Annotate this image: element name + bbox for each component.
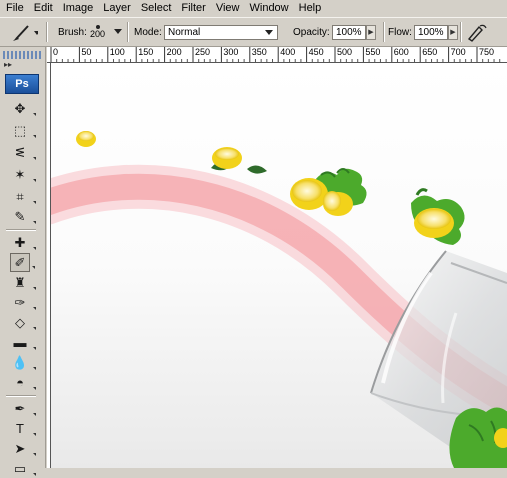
eraser-tool-icon[interactable]: ◇ [10,313,36,332]
menu-image[interactable]: Image [57,0,98,17]
ruler-tick-label: 700 [450,47,466,57]
flyout-indicator-icon [33,413,36,416]
flyout-indicator-icon [33,327,36,330]
ruler-tick-label: 750 [479,47,495,57]
pen-tool-icon[interactable]: ✒ [10,399,36,418]
mode-select[interactable]: Normal [164,18,278,46]
chevron-down-icon [265,29,273,35]
ruler-tick-label: 300 [223,47,239,57]
airbrush-icon [467,24,487,42]
flyout-indicator-icon [33,201,36,204]
flow-slider-button[interactable]: ▶ [448,24,458,40]
airbrush-toggle[interactable] [466,18,488,46]
menu-file[interactable]: File [0,0,28,17]
flyout-indicator-icon [33,433,36,436]
ruler-tick-label: 350 [251,47,267,57]
menu-view[interactable]: View [210,0,244,17]
ruler-tick-label: 400 [280,47,296,57]
ruler-tick-label: 450 [308,47,324,57]
ruler-horizontal[interactable]: 0 50 100 150 200 250 300 350 400 450 500 550 600 650 7… [47,47,507,63]
toolbox-grip[interactable] [3,51,41,59]
brush-size-picker[interactable]: 200 [90,18,105,46]
mode-value: Normal [168,26,201,38]
ruler-tick-label: 250 [195,47,211,57]
flyout-indicator-icon [32,266,35,269]
ruler-tick-label: 500 [337,47,353,57]
ruler-tick-label: 550 [365,47,381,57]
menu-help[interactable]: Help [293,0,326,17]
menu-filter[interactable]: Filter [175,0,209,17]
toolbox-separator [6,395,36,397]
path-selection-tool-icon[interactable]: ➤ [10,439,36,458]
opacity-slider-button[interactable]: ▶ [366,24,376,40]
opacity-label: Opacity: [293,26,330,38]
flyout-indicator-icon [33,387,36,390]
magic-wand-tool-icon[interactable]: ✶ [10,165,36,184]
ruler-tick-label: 200 [166,47,182,57]
chevron-down-icon [114,29,122,34]
lemon-slice-with-leaves-1 [211,147,267,174]
flyout-indicator-icon [33,221,36,224]
ruler-tick-label: 0 [53,47,59,57]
gradient-tool-icon[interactable]: ▬ [10,333,36,352]
brush-label: Brush: [58,26,87,38]
lemon-slice-small [76,131,96,147]
flyout-indicator-icon [33,367,36,370]
slice-tool-icon[interactable]: ✎ [10,207,36,226]
lemon-cluster-with-leaves [290,168,367,216]
toolbox: ▸▸ Ps ✥ ⬚ ᓬ ✶ ⌗ ✎ ✚ ✐ ♜ ✑ ◇ ▬ 💧 ◓ ✒ T ➤ ▭ [0,47,46,476]
blur-tool-icon[interactable]: 💧 [10,353,36,372]
opacity-value: 100% [336,26,362,38]
flow-value: 100% [418,26,444,38]
flyout-indicator-icon [33,157,36,160]
mode-label: Mode: [134,26,162,38]
brush-preset-icon [13,25,38,41]
flyout-indicator-icon [33,179,36,182]
flyout-indicator-icon [33,247,36,250]
opacity-input[interactable]: 100% [332,24,366,40]
brush-tool-icon[interactable]: ✐ [10,253,35,272]
flow-input[interactable]: 100% [414,24,448,40]
clone-stamp-tool-icon[interactable]: ♜ [10,273,36,292]
flyout-indicator-icon [33,287,36,290]
ruler-tick-label: 150 [138,47,154,57]
crop-tool-icon[interactable]: ⌗ [10,187,36,206]
flyout-indicator-icon [33,113,36,116]
toolbox-collapse-icon[interactable]: ▸▸ [4,60,12,69]
photoshop-logo[interactable]: Ps [5,74,39,94]
flyout-indicator-icon [33,307,36,310]
lemon-slice-with-leaves-2 [411,188,465,245]
tool-preset-picker[interactable] [8,18,38,46]
lasso-tool-icon[interactable]: ᓬ [10,143,36,162]
document-canvas[interactable] [51,63,507,468]
shape-tool-icon[interactable]: ▭ [10,459,36,478]
flyout-indicator-icon [33,135,36,138]
dodge-tool-icon[interactable]: ◓ [10,373,36,392]
ruler-tick-label: 100 [109,47,125,57]
flyout-indicator-icon [33,453,36,456]
menu-select[interactable]: Select [135,0,176,17]
canvas-artwork [51,131,507,468]
toolbox-separator [6,229,36,231]
healing-brush-tool-icon[interactable]: ✚ [10,233,36,252]
menu-layer[interactable]: Layer [97,0,135,17]
options-bar: Brush: 200 Mode: Normal Opacity: 100% ▶ … [0,17,507,47]
mint-leaves-bottom [449,407,507,468]
marquee-tool-icon[interactable]: ⬚ [10,121,36,140]
menu-edit[interactable]: Edit [28,0,57,17]
menu-window[interactable]: Window [244,0,293,17]
type-tool-icon[interactable]: T [10,419,36,438]
history-brush-tool-icon[interactable]: ✑ [10,293,36,312]
brush-size-value: 200 [90,29,106,39]
flyout-indicator-icon [33,473,36,476]
ruler-tick-label: 650 [422,47,438,57]
ruler-tick-label: 600 [393,47,409,57]
menu-bar: File Edit Image Layer Select Filter View… [0,0,507,17]
move-tool-icon[interactable]: ✥ [10,99,36,118]
flyout-indicator-icon [33,347,36,350]
ruler-tick-label: 50 [81,47,92,57]
flow-label: Flow: [388,26,412,38]
brush-size-dropdown-arrow[interactable] [114,18,122,46]
